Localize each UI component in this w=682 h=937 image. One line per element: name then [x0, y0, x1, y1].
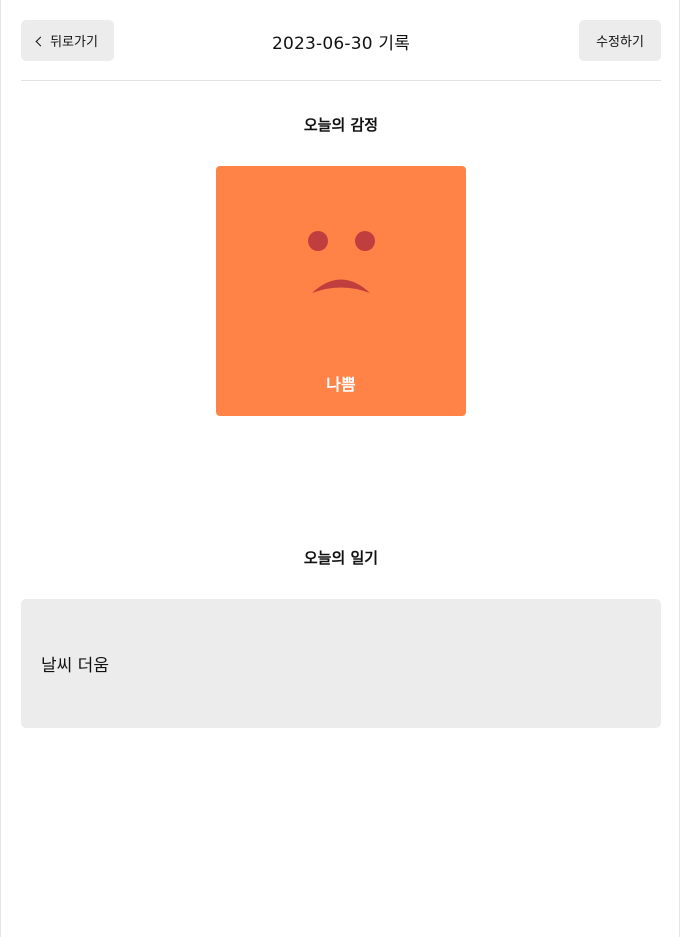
page-title: 2023-06-30 기록: [271, 34, 411, 54]
emotion-section-title: 오늘의 감정: [303, 116, 379, 134]
left-eye: [308, 231, 328, 251]
diary-section-title: 오늘의 일기: [303, 549, 379, 567]
right-eye: [355, 231, 375, 251]
diary-content-box: 날씨 더움: [21, 599, 661, 728]
emotion-label: 나쁨: [326, 375, 356, 394]
edit-button[interactable]: 수정하기: [579, 20, 661, 61]
diary-content-text: 날씨 더움: [41, 656, 109, 676]
page-header: 뒤로가기 2023-06-30 기록 수정하기: [21, 0, 661, 81]
diary-detail-page: 뒤로가기 2023-06-30 기록 수정하기 오늘의 감정 나쁨 오늘의 일기…: [0, 0, 680, 937]
emotion-card: 나쁨: [216, 166, 466, 416]
